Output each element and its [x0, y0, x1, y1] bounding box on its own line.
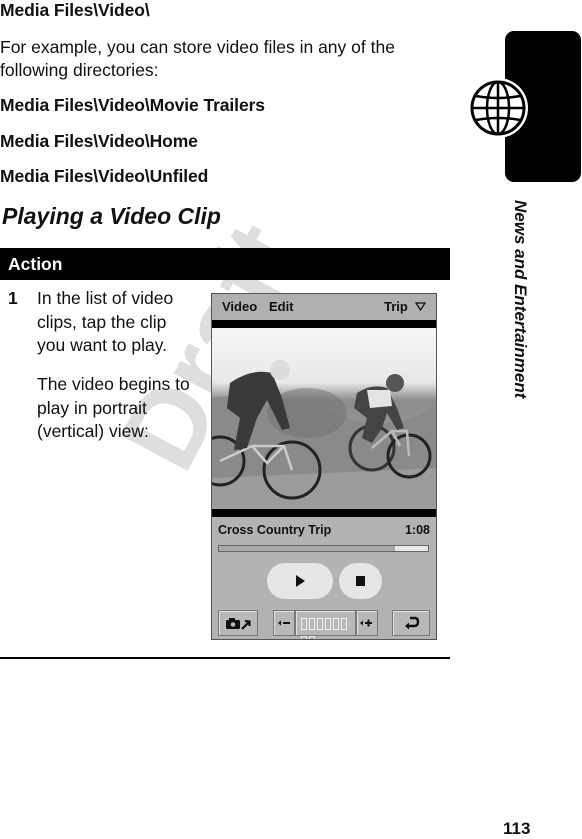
device-screenshot: Video Edit Trip Cross Country Trip 1:08 [211, 293, 437, 640]
clip-time: 1:08 [404, 523, 430, 537]
menu-bar: Video Edit Trip [212, 294, 436, 320]
stop-icon [356, 576, 365, 586]
globe-icon [468, 78, 528, 138]
page-number: 113 [503, 819, 531, 838]
step-number: 1 [8, 288, 18, 308]
return-arrow-icon [405, 616, 420, 630]
volume-down-button[interactable] [273, 610, 295, 636]
playback-progress-bar[interactable] [218, 545, 429, 552]
path-heading: Media Files\Video\ [0, 0, 150, 20]
intro-paragraph: For example, you can store video files i… [0, 37, 395, 80]
table-bottom-rule [0, 657, 450, 659]
video-bottom-band [212, 509, 436, 517]
stop-button[interactable] [339, 563, 382, 599]
volume-segment [341, 618, 347, 630]
volume-segment [333, 618, 339, 630]
volume-segment [301, 618, 307, 630]
action-header-label: Action [8, 254, 63, 274]
cyclists-image [212, 360, 436, 509]
step-instruction: In the list of video clips, tap the clip… [37, 288, 174, 355]
category-dropdown[interactable]: Trip [384, 299, 427, 314]
capture-button[interactable] [218, 610, 258, 636]
playback-progress-fill [219, 546, 395, 551]
video-top-band [212, 320, 436, 328]
action-table-header: Action [0, 248, 450, 280]
chapter-label: News and Entertainment [511, 200, 530, 399]
directory-item: Media Files\Video\Home [0, 131, 198, 151]
step-note: The video begins to play in portrait (ve… [37, 374, 190, 441]
back-button[interactable] [392, 610, 430, 636]
clip-title: Cross Country Trip [218, 523, 332, 537]
volume-segment [325, 618, 331, 630]
volume-segments [301, 617, 349, 639]
volume-down-icon [278, 620, 290, 626]
volume-up-button[interactable] [356, 610, 378, 636]
volume-level-slider[interactable] [295, 610, 356, 639]
dropdown-triangle-icon [415, 302, 427, 312]
directory-item: Media Files\Video\Unfiled [0, 166, 209, 186]
directory-item: Media Files\Video\Movie Trailers [0, 95, 265, 115]
volume-segment [317, 618, 323, 630]
menu-edit[interactable]: Edit [269, 299, 294, 314]
menu-video[interactable]: Video [222, 299, 257, 314]
category-label: Trip [384, 299, 408, 314]
volume-up-icon [360, 619, 372, 627]
volume-segment [309, 636, 315, 639]
camera-export-icon [226, 618, 251, 630]
volume-segment [309, 618, 315, 630]
video-frame[interactable] [212, 328, 436, 509]
volume-segment [301, 636, 307, 639]
play-icon [296, 575, 305, 587]
play-button[interactable] [267, 563, 333, 599]
section-title: Playing a Video Clip [2, 203, 221, 229]
